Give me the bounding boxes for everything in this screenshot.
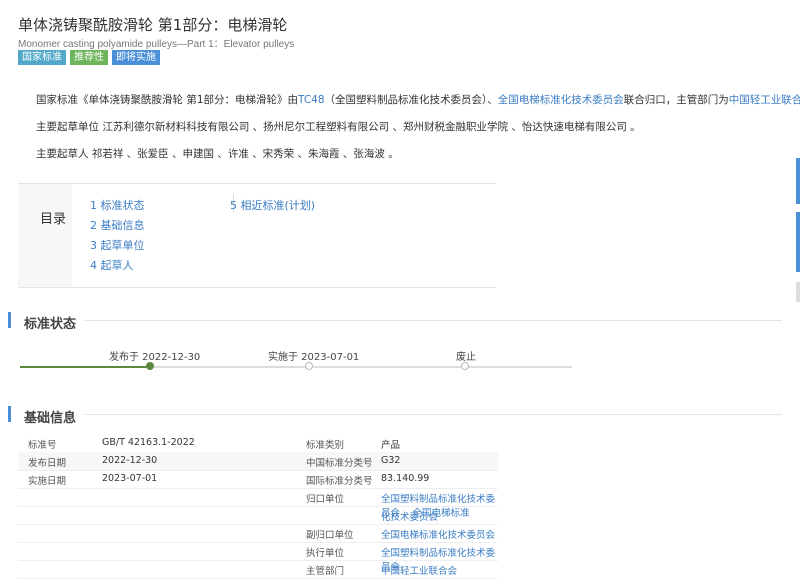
- timeline-dot-abolished: [461, 362, 469, 370]
- value-cell: 2022-12-30: [102, 455, 158, 466]
- drafters-line: 主要起草人 祁若祥 、张爱臣 、申建国 、许准 、宋秀荣 、朱海霞 、张海波 。: [36, 148, 399, 160]
- section-divider: [84, 320, 782, 321]
- key-cell: 中国标准分类号: [306, 458, 373, 469]
- key-cell: 发布日期: [28, 458, 67, 469]
- toc-item-status[interactable]: 1 标准状态: [90, 197, 145, 213]
- deputy-unit-link[interactable]: 全国电梯标准化技术委员会: [381, 527, 495, 541]
- section-marker: [8, 312, 11, 328]
- key-cell: 实施日期: [28, 476, 67, 487]
- value-cell: GB/T 42163.1-2022: [102, 437, 195, 448]
- table-row: 化技术委员会: [18, 506, 498, 525]
- section-marker: [8, 406, 11, 422]
- authority-dept-link[interactable]: 中国轻工业联合会: [381, 563, 457, 577]
- elevator-committee-link[interactable]: 全国电梯标准化技术委员会: [498, 94, 624, 106]
- timeline-label-effective: 实施于 2023-07-01: [268, 352, 360, 363]
- drafting-units-line: 主要起草单位 江苏利德尔新材料科技有限公司 、扬州尼尔工程塑料有限公司 、郑州财…: [36, 121, 641, 133]
- badge-national-standard: 国家标准: [18, 50, 66, 65]
- governing-units-link-cont[interactable]: 化技术委员会: [381, 509, 438, 523]
- authority-link[interactable]: 中国轻工业联合会: [729, 94, 800, 106]
- scrollbar-thumb[interactable]: [796, 282, 800, 302]
- toc-item-similar[interactable]: 5 相近标准(计划): [230, 197, 315, 213]
- timeline-label-published: 发布于 2022-12-30: [109, 352, 201, 363]
- value-cell: 产品: [381, 440, 401, 451]
- key-cell: 归口单位: [306, 494, 345, 505]
- timeline-progress: [20, 366, 150, 368]
- intro-line-1: 国家标准《单体浇铸聚酰胺滑轮 第1部分：电梯滑轮》由TC48（全国塑料制品标准化…: [36, 92, 800, 107]
- timeline-dot-effective: [305, 362, 313, 370]
- toc-title-box: [18, 184, 72, 287]
- value-cell: G32: [381, 455, 401, 466]
- badge-recommended: 推荐性: [70, 50, 108, 65]
- value-cell: 83.140.99: [381, 473, 430, 484]
- table-row: 标准号 GB/T 42163.1-2022 标准类别 产品: [18, 434, 498, 453]
- key-cell: 副归口单位: [306, 530, 354, 541]
- side-float-tab[interactable]: [796, 158, 800, 204]
- badge-group: 国家标准 推荐性 即将实施: [18, 50, 160, 65]
- page-title: 单体浇铸聚酰胺滑轮 第1部分：电梯滑轮: [18, 16, 288, 34]
- key-cell: 标准号: [28, 440, 57, 451]
- table-row: 实施日期 2023-07-01 国际标准分类号 83.140.99: [18, 470, 498, 489]
- toc-item-basic[interactable]: 2 基础信息: [90, 217, 145, 233]
- intro-text: 国家标准《单体浇铸聚酰胺滑轮 第1部分：电梯滑轮》由: [36, 94, 299, 106]
- status-heading: 标准状态: [24, 317, 77, 332]
- key-cell: 执行单位: [306, 548, 345, 559]
- badge-upcoming: 即将实施: [112, 50, 160, 65]
- side-float-tab[interactable]: [796, 212, 800, 272]
- timeline-label-abolished: 废止: [456, 352, 476, 363]
- key-cell: 标准类别: [306, 440, 345, 451]
- toc-item-units[interactable]: 3 起草单位: [90, 237, 145, 253]
- section-divider: [84, 414, 782, 415]
- key-cell: 国际标准分类号: [306, 476, 373, 487]
- table-row: 副归口单位 全国电梯标准化技术委员会: [18, 524, 498, 543]
- key-cell: 主管部门: [306, 566, 345, 577]
- table-of-contents: 目录 1 标准状态 2 基础信息 3 起草单位 4 起草人 5 相近标准(计划): [18, 183, 496, 288]
- basic-heading: 基础信息: [24, 411, 77, 426]
- intro-text: （全国塑料制品标准化技术委员会）、: [324, 94, 498, 106]
- timeline-dot-published: [146, 362, 154, 370]
- intro-text: 联合归口，主管部门为: [623, 94, 729, 106]
- table-row: 执行单位 全国塑料制品标准化技术委员会: [18, 542, 498, 573]
- table-row: 归口单位 全国塑料制品标准化技术委员会 、全国电梯标准: [18, 488, 498, 519]
- toc-item-drafters[interactable]: 4 起草人: [90, 257, 134, 273]
- value-cell: 2023-07-01: [102, 473, 158, 484]
- tc48-link[interactable]: TC48: [298, 94, 325, 106]
- page-subtitle: Monomer casting polyamide pulleys—Part 1…: [18, 39, 295, 50]
- table-row: 主管部门 中国轻工业联合会: [18, 560, 498, 579]
- table-row: 发布日期 2022-12-30 中国标准分类号 G32: [18, 452, 498, 471]
- toc-title: 目录: [40, 212, 67, 227]
